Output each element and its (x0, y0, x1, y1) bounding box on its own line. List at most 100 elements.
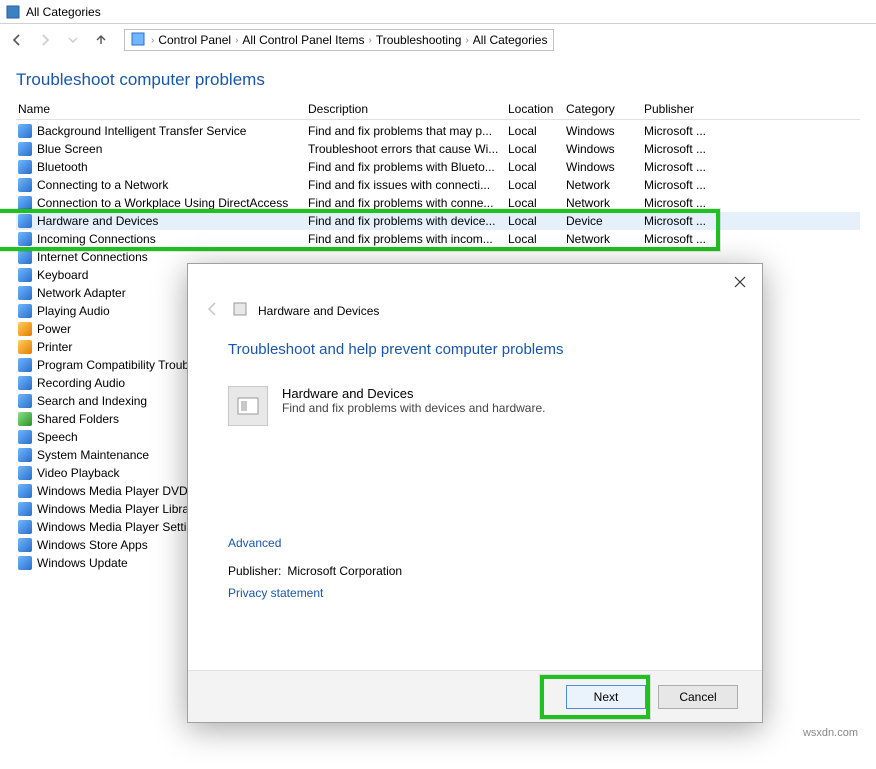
close-button[interactable] (726, 272, 754, 292)
troubleshooter-item-icon (18, 394, 32, 408)
publisher-value: Microsoft Corporation (287, 564, 402, 578)
troubleshooter-item-icon (18, 232, 32, 246)
item-loc: Local (506, 142, 564, 156)
item-pub: Microsoft ... (642, 232, 720, 246)
troubleshooter-item-icon (18, 340, 32, 354)
troubleshooter-item-icon (18, 466, 32, 480)
item-name: Printer (37, 340, 72, 354)
dialog-header-icon (232, 301, 248, 320)
item-name: Network Adapter (37, 286, 126, 300)
column-headers[interactable]: Name Description Location Category Publi… (16, 98, 860, 120)
item-name: Internet Connections (37, 250, 148, 264)
item-name: Windows Update (37, 556, 128, 570)
list-item[interactable]: Connection to a Workplace Using DirectAc… (16, 194, 860, 212)
troubleshooter-icon (228, 386, 268, 426)
dialog-footer: Next Cancel (188, 670, 762, 722)
troubleshooter-item-icon (18, 214, 32, 228)
nav-bar: › Control Panel › All Control Panel Item… (0, 24, 876, 56)
item-cat: Windows (564, 124, 642, 138)
address-bar[interactable]: › Control Panel › All Control Panel Item… (124, 29, 554, 51)
list-item[interactable]: Incoming Connections Find and fix problem… (16, 230, 860, 248)
window-icon (6, 5, 20, 19)
chevron-right-icon: › (368, 35, 371, 46)
list-item[interactable]: Blue ScreenTroubleshoot errors that caus… (16, 140, 860, 158)
col-desc[interactable]: Description (306, 102, 506, 116)
item-desc: Find and fix problems with conne... (306, 196, 506, 210)
item-name: Connecting to a Network (37, 178, 168, 192)
item-loc: Local (506, 214, 564, 228)
item-name: Playing Audio (37, 304, 110, 318)
chevron-right-icon: › (151, 35, 154, 46)
item-desc: Find and fix problems with Blueto... (306, 160, 506, 174)
troubleshooter-item-icon (18, 376, 32, 390)
chevron-right-icon: › (235, 35, 238, 46)
breadcrumb-item[interactable]: All Control Panel Items (242, 33, 364, 47)
troubleshooter-desc: Find and fix problems with devices and h… (282, 401, 545, 415)
list-item[interactable]: Hardware and DevicesFind and fix problem… (16, 212, 860, 230)
item-name: Windows Media Player Library (37, 502, 199, 516)
troubleshooter-dialog: Hardware and Devices Troubleshoot and he… (187, 263, 763, 723)
col-cat[interactable]: Category (564, 102, 642, 116)
item-name: Speech (37, 430, 78, 444)
item-name: Connection to a Workplace Using DirectAc… (37, 196, 288, 210)
item-cat: Device (564, 214, 642, 228)
troubleshooter-item-icon (18, 142, 32, 156)
item-cat: Network (564, 232, 642, 246)
address-icon (131, 32, 145, 49)
troubleshooter-item-icon (18, 430, 32, 444)
troubleshooter-title: Hardware and Devices (282, 386, 545, 401)
list-item[interactable]: Bluetooth Find and fix problems with Blue… (16, 158, 860, 176)
item-loc: Local (506, 160, 564, 174)
breadcrumb-item[interactable]: Troubleshooting (376, 33, 462, 47)
item-pub: Microsoft ... (642, 196, 720, 210)
chevron-right-icon: › (465, 35, 468, 46)
dialog-heading: Troubleshoot and help prevent computer p… (228, 341, 722, 358)
col-name[interactable]: Name (16, 102, 306, 116)
item-name: System Maintenance (37, 448, 149, 462)
troubleshooter-item-icon (18, 268, 32, 282)
next-button[interactable]: Next (566, 685, 646, 709)
troubleshooter-item-icon (18, 448, 32, 462)
item-name: Windows Store Apps (37, 538, 148, 552)
item-loc: Local (506, 196, 564, 210)
col-pub[interactable]: Publisher (642, 102, 720, 116)
publisher-label: Publisher: (228, 564, 281, 578)
dialog-back-button (204, 300, 222, 321)
col-loc[interactable]: Location (506, 102, 564, 116)
item-desc: Troubleshoot errors that cause Wi... (306, 142, 506, 156)
cancel-button[interactable]: Cancel (658, 685, 738, 709)
troubleshooter-item-icon (18, 250, 32, 264)
troubleshooter-item-icon (18, 196, 32, 210)
troubleshooter-item-icon (18, 160, 32, 174)
troubleshooter-item-icon (18, 520, 32, 534)
troubleshooter-item-icon (18, 556, 32, 570)
page-heading: Troubleshoot computer problems (0, 56, 876, 98)
item-name: Windows Media Player Setting... (37, 520, 210, 534)
recent-locations-dropdown[interactable] (64, 31, 82, 49)
list-item[interactable]: Connecting to a NetworkFind and fix issu… (16, 176, 860, 194)
item-desc: Find and fix problems that may p... (306, 124, 506, 138)
item-loc: Local (506, 124, 564, 138)
forward-button[interactable] (36, 31, 54, 49)
attribution: wsxdn.com (803, 727, 858, 739)
item-name: Incoming Connections (37, 232, 156, 246)
item-name: Power (37, 322, 71, 336)
breadcrumb-item[interactable]: All Categories (473, 33, 548, 47)
troubleshooter-item-icon (18, 304, 32, 318)
troubleshooter-item-icon (18, 178, 32, 192)
item-desc: Find and fix problems with incom... (306, 232, 506, 246)
breadcrumb-item[interactable]: Control Panel (158, 33, 231, 47)
up-button[interactable] (92, 31, 110, 49)
troubleshooter-item-icon (18, 358, 32, 372)
breadcrumbs: › Control Panel › All Control Panel Item… (151, 33, 547, 47)
advanced-link[interactable]: Advanced (228, 536, 722, 550)
item-name: Bluetooth (37, 160, 88, 174)
item-pub: Microsoft ... (642, 124, 720, 138)
item-name: Shared Folders (37, 412, 119, 426)
privacy-link[interactable]: Privacy statement (228, 586, 722, 600)
list-item[interactable]: Background Intelligent Transfer ServiceF… (16, 122, 860, 140)
back-button[interactable] (8, 31, 26, 49)
dialog-header-title: Hardware and Devices (258, 304, 379, 318)
troubleshooter-item-icon (18, 412, 32, 426)
item-pub: Microsoft ... (642, 214, 720, 228)
